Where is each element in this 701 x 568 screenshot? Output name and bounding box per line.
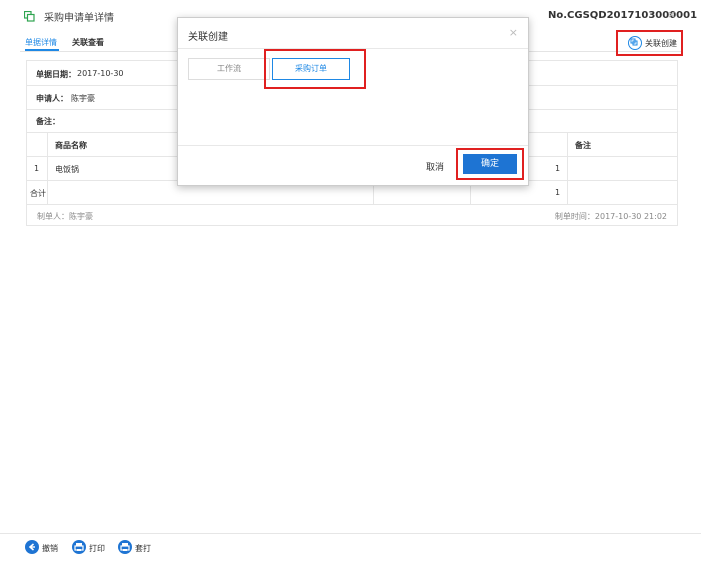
quantity: 1 (555, 164, 561, 173)
made-time: 制单时间：2017-10-30 21:02 (554, 212, 667, 221)
printer-icon (72, 540, 86, 554)
print-label: 打印 (89, 544, 105, 553)
applicant-value: 陈宇豪 (71, 94, 95, 103)
row-number: 1 (34, 164, 40, 173)
template-print-label: 套打 (135, 544, 151, 553)
tab-document-details[interactable]: 单据详情 (25, 37, 57, 48)
divider (47, 132, 48, 156)
confirm-button[interactable]: 确定 (463, 154, 517, 174)
column-header-remark: 备注 (575, 141, 591, 150)
back-arrow-icon (25, 540, 39, 554)
divider (178, 145, 528, 146)
option-purchase-order[interactable]: 采购订单 (272, 58, 350, 80)
date-label: 单据日期： (36, 70, 76, 79)
tab-related-view[interactable]: 关联查看 (72, 37, 104, 48)
date-value: 2017-10-30 (77, 69, 124, 78)
option-workflow[interactable]: 工作流 (188, 58, 270, 80)
page-title: 采购申请单详情 (44, 13, 114, 24)
column-header-product-name: 商品名称 (55, 141, 87, 150)
dialog-title: 关联创建 (188, 32, 228, 43)
applicant-label: 申请人： (36, 94, 68, 103)
total-label: 合计 (30, 189, 46, 198)
divider (567, 132, 568, 204)
close-icon[interactable]: × (667, 8, 676, 21)
maker-info: 制单人：陈宇豪 (37, 212, 93, 221)
link-create-icon (628, 36, 642, 50)
close-icon[interactable]: × (509, 26, 518, 39)
divider (47, 156, 48, 180)
remark-label: 备注： (36, 117, 60, 126)
total-quantity: 1 (555, 188, 561, 197)
relate-create-label: 关联创建 (645, 39, 677, 48)
divider (27, 204, 677, 205)
product-name: 电饭锅 (55, 165, 79, 174)
cancel-button[interactable]: 取消 (426, 160, 444, 173)
document-copy-icon (24, 11, 35, 22)
printer-icon (118, 540, 132, 554)
revoke-label: 撤销 (42, 544, 58, 553)
relate-create-dialog: 关联创建 × 工作流 采购订单 取消 确定 (177, 17, 529, 186)
divider (47, 180, 48, 204)
relate-create-button[interactable]: 关联创建 (616, 30, 683, 56)
footer-divider (0, 533, 701, 534)
